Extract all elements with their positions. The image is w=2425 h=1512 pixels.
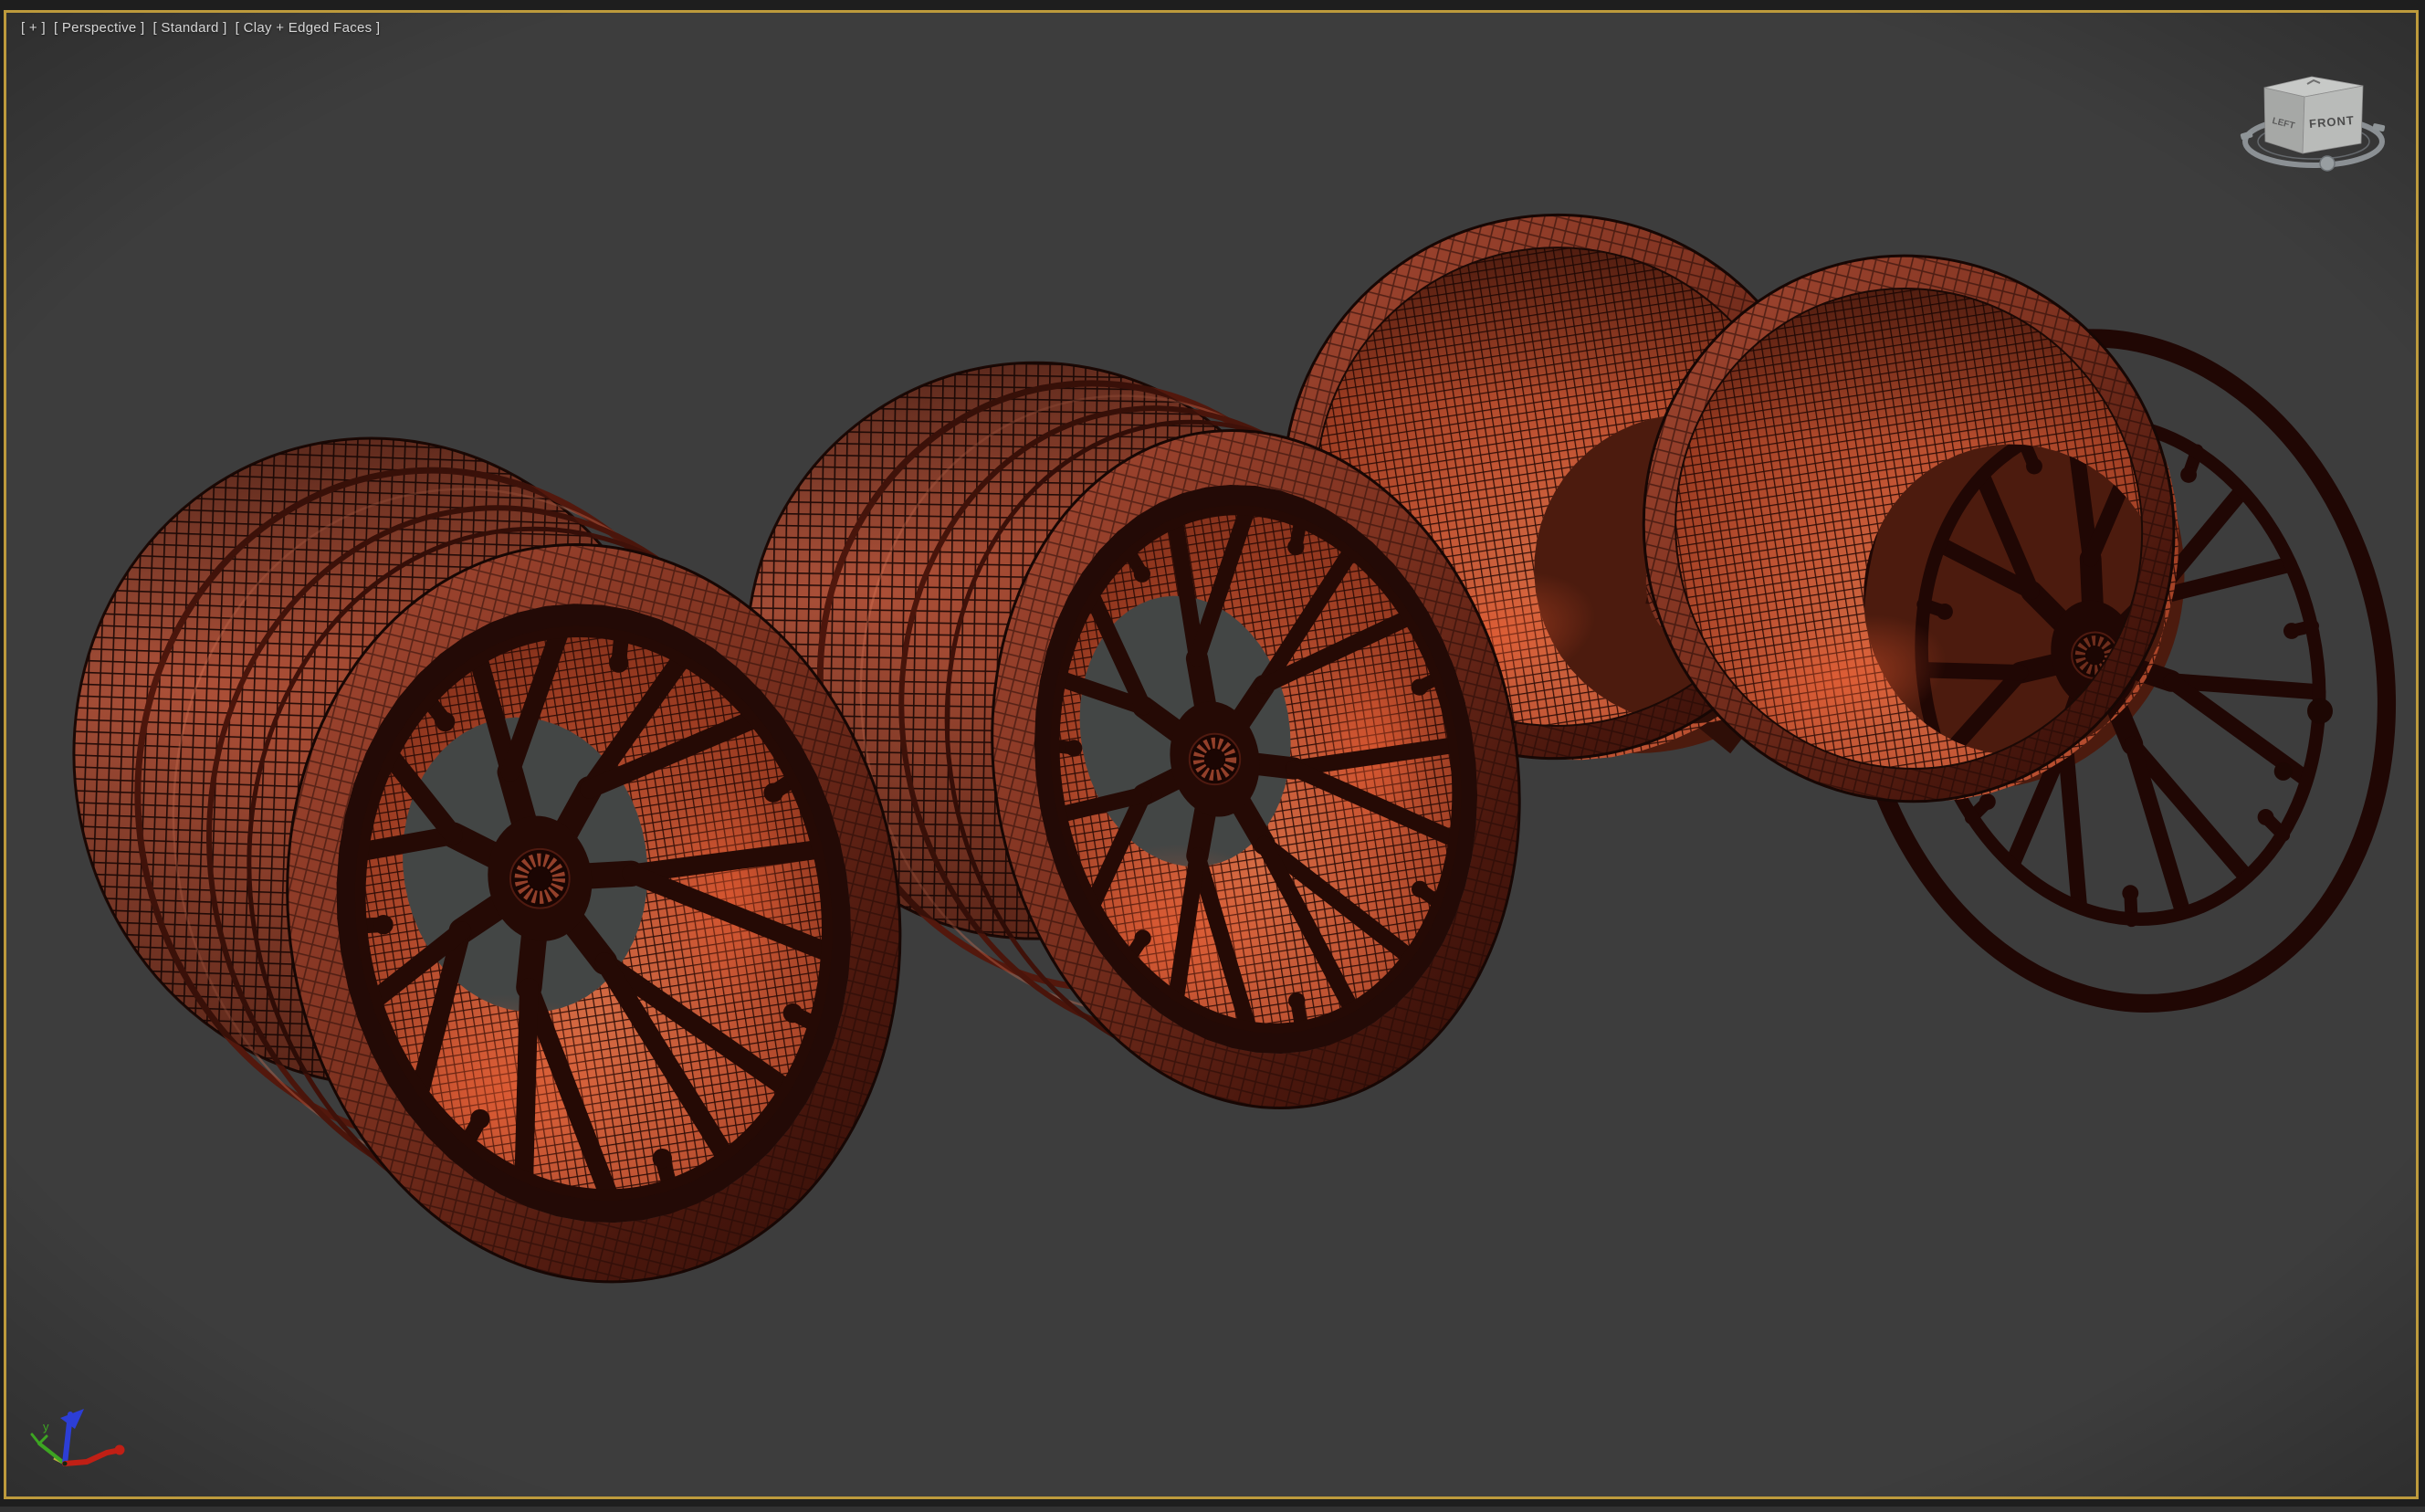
y-axis-arrowhead <box>30 1433 48 1446</box>
application-frame: [ + ] [ Perspective ] [ Standard ] [ Cla… <box>0 0 2425 1512</box>
scene-canvas[interactable] <box>6 13 2416 1496</box>
viewcube-cube[interactable]: FRONT LEFT <box>2263 76 2364 154</box>
wheel-hub <box>509 847 571 909</box>
viewport-general-menu[interactable]: [ + ] <box>21 20 46 36</box>
compass-nub-south[interactable] <box>2319 155 2336 172</box>
viewport-renderer-menu[interactable]: [ Standard ] <box>152 20 226 36</box>
compass-nub-west[interactable] <box>2240 131 2253 141</box>
y-axis <box>37 1442 67 1465</box>
viewport-label: [ + ] [ Perspective ] [ Standard ] [ Cla… <box>21 20 380 36</box>
viewport-pov-menu[interactable]: [ Perspective ] <box>54 20 145 36</box>
x-axis-arrowhead <box>114 1444 125 1455</box>
frame-bottom-strip <box>0 1507 2425 1512</box>
z-axis-arrowhead <box>60 1409 84 1429</box>
y-axis-label: y <box>43 1420 49 1433</box>
world-axis-tripod: y <box>30 1409 125 1466</box>
wheel-hub <box>1188 732 1242 786</box>
viewcube[interactable]: FRONT LEFT <box>2235 57 2392 177</box>
x-axis <box>62 1448 119 1466</box>
perspective-viewport[interactable]: [ + ] [ Perspective ] [ Standard ] [ Cla… <box>4 10 2419 1499</box>
axis-origin <box>62 1461 68 1466</box>
viewport-shading-menu[interactable]: [ Clay + Edged Faces ] <box>236 20 381 36</box>
